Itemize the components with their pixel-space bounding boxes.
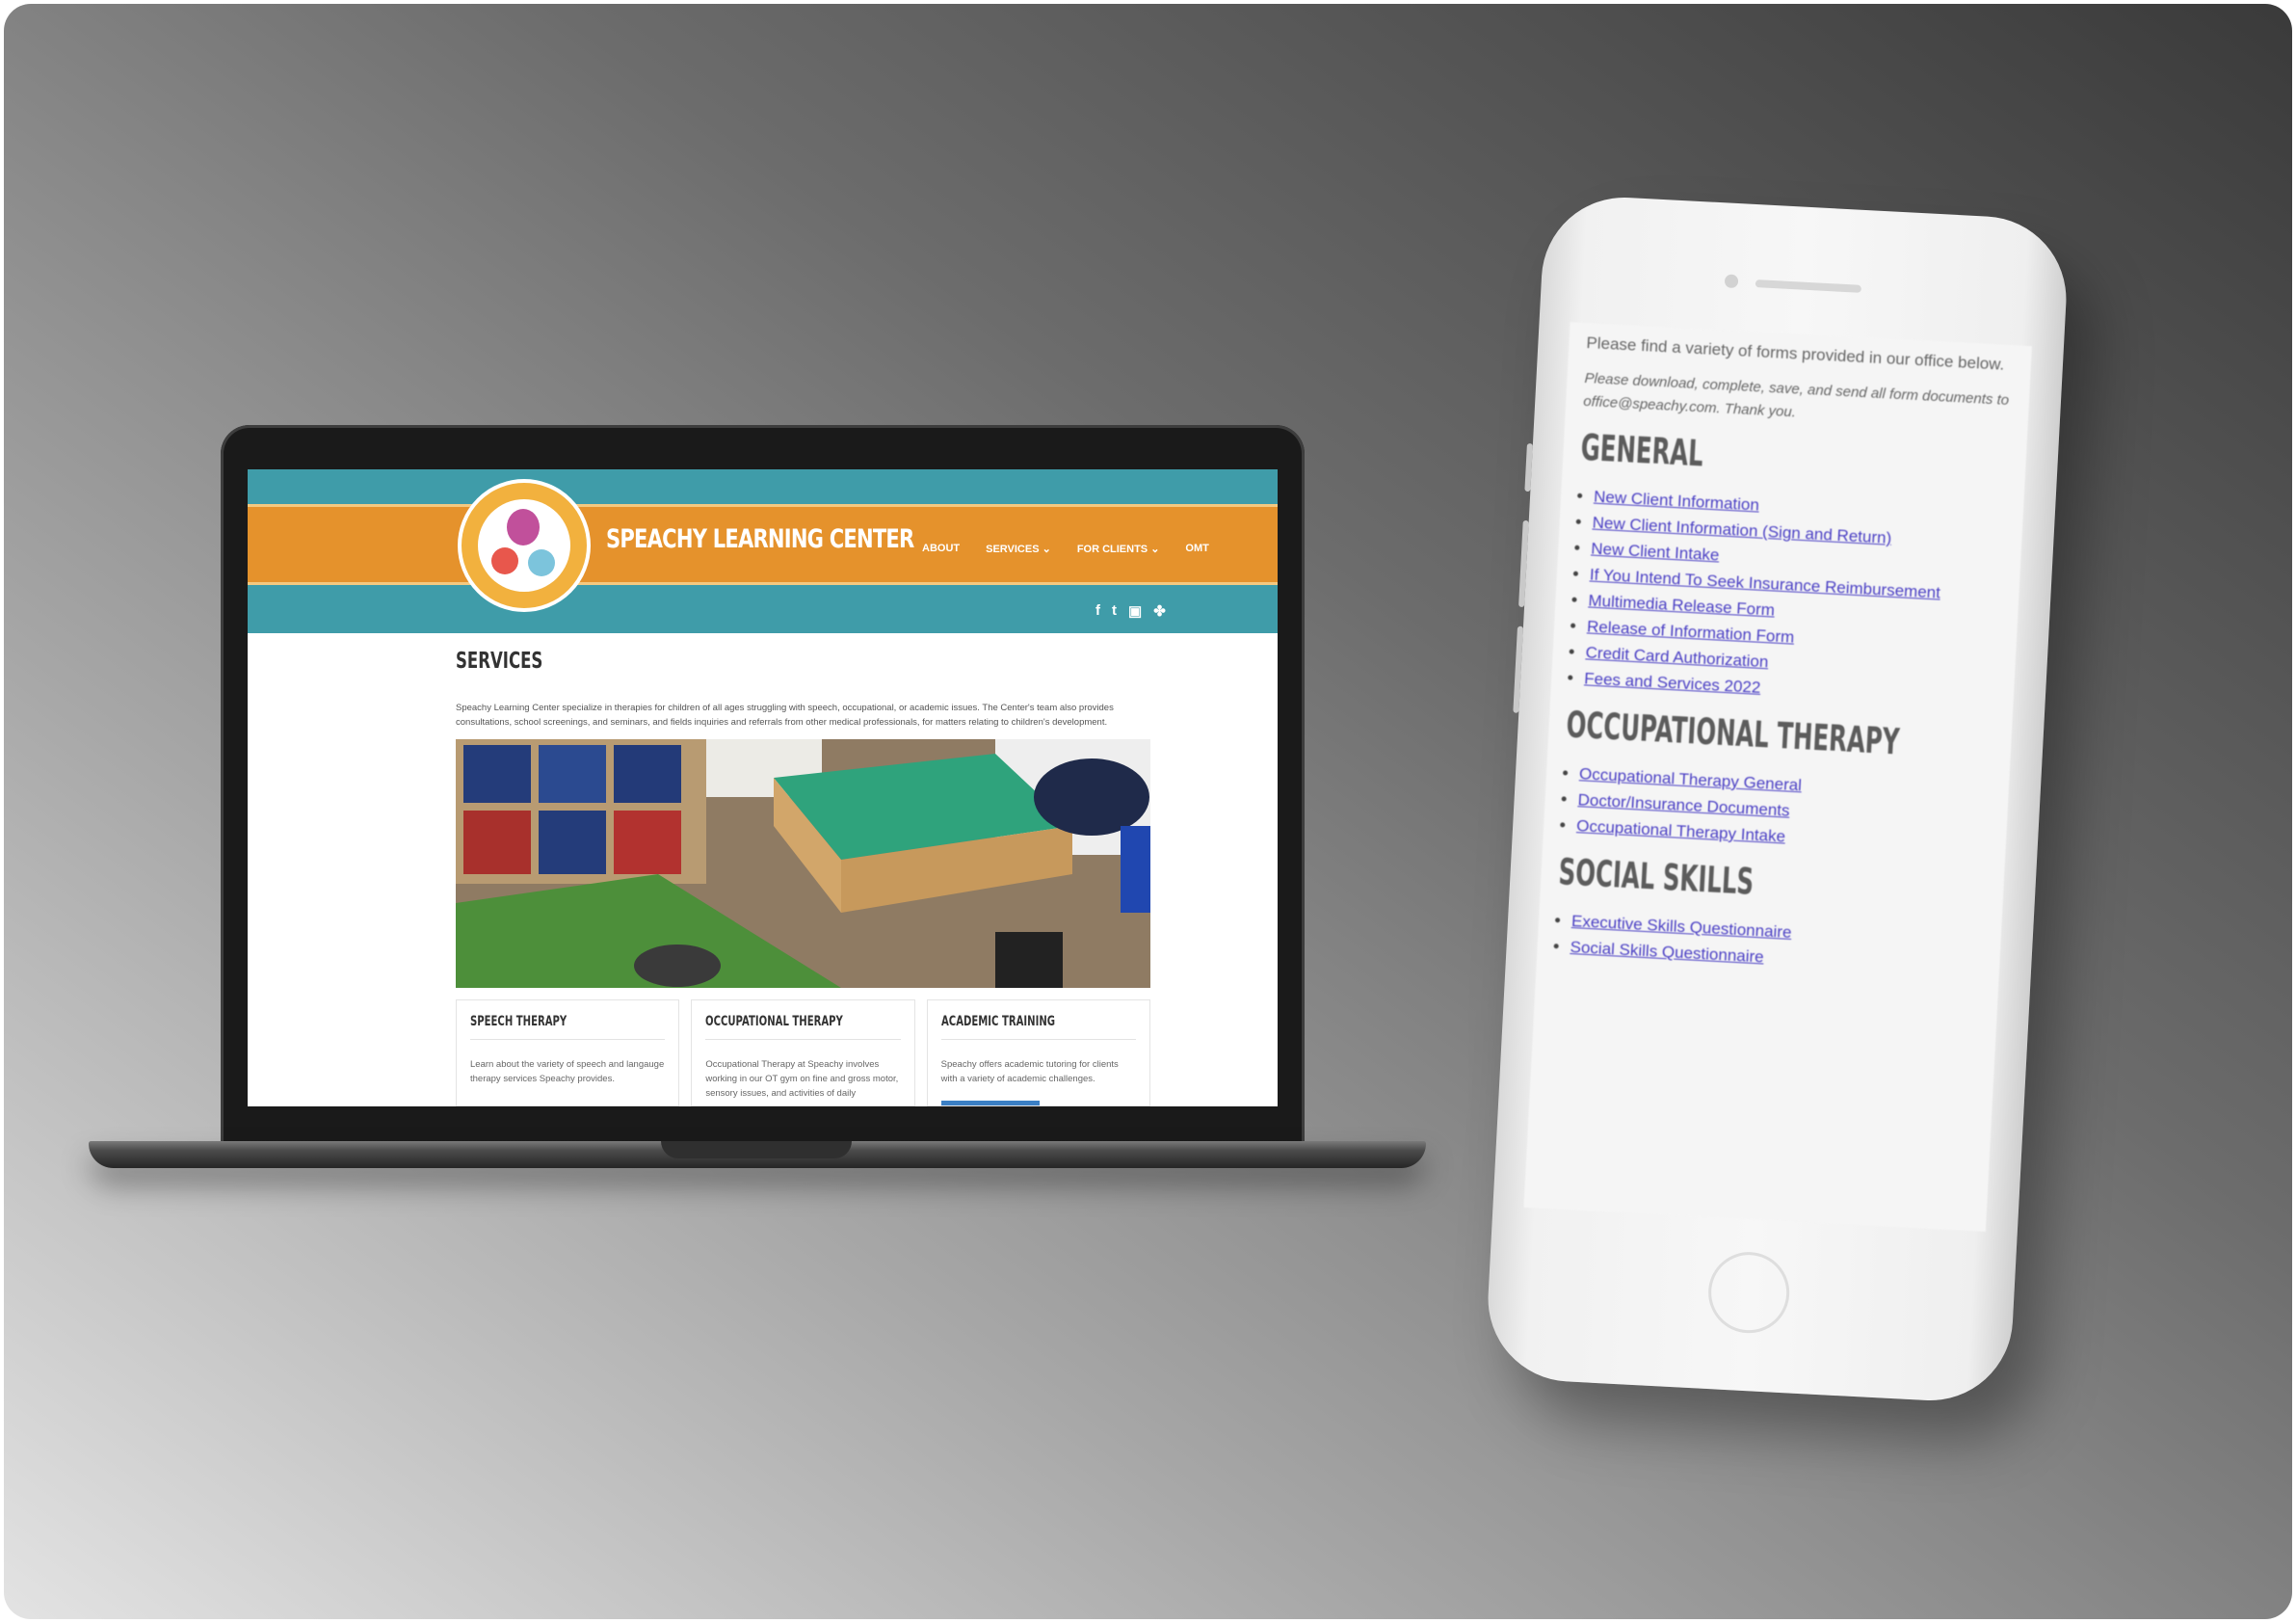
playroom-photo-image (456, 739, 1150, 988)
card-title: ACADEMIC TRAINING (940, 1014, 1055, 1029)
nav-services[interactable]: SERVICES ⌄ (986, 543, 1051, 555)
service-cards: SPEECH THERAPY Learn about the variety o… (456, 999, 1150, 1106)
nav-for-clients[interactable]: FOR CLIENTS ⌄ (1077, 543, 1160, 555)
forms-note: Please download, complete, save, and sen… (1582, 369, 2010, 421)
facebook-icon[interactable]: f (1095, 602, 1100, 620)
section-heading-general: GENERAL (1579, 426, 1704, 475)
playroom-photo (456, 739, 1150, 988)
divider (940, 1039, 1136, 1040)
social-skills-forms-list: Executive Skills Questionnaire Social Sk… (1537, 906, 2001, 982)
page-intro: Speachy Learning Center specialize in th… (456, 703, 1114, 728)
card-text: Learn about the variety of speech and la… (470, 1059, 665, 1084)
nav-omt[interactable]: OMT (1185, 543, 1208, 555)
ot-forms-list: Occupational Therapy General Doctor/Insu… (1544, 758, 2010, 861)
general-forms-list: New Client Information New Client Inform… (1551, 482, 2024, 714)
card-academic-training[interactable]: ACADEMIC TRAINING Speachy offers academi… (926, 999, 1150, 1106)
card-occupational-therapy[interactable]: OCCUPATIONAL THERAPY Occupational Therap… (691, 999, 915, 1106)
site-nav: ABOUT SERVICES ⌄ FOR CLIENTS ⌄ OMT (922, 543, 1209, 555)
nav-about[interactable]: ABOUT (922, 543, 960, 555)
page-title: SERVICES (456, 649, 543, 674)
mockup-background: SPEACHY LEARNING CENTER ABOUT SERVICES ⌄… (4, 4, 2292, 1619)
card-title: OCCUPATIONAL THERAPY (705, 1014, 844, 1029)
section-heading-occupational-therapy: OCCUPATIONAL THERAPY (1565, 704, 1901, 763)
form-link[interactable]: Fees and Services 2022 (1584, 669, 1761, 697)
social-links: f t ▣ ✤ (1095, 602, 1166, 620)
form-link[interactable]: New Client Intake (1591, 540, 1720, 565)
instagram-icon[interactable]: ▣ (1128, 602, 1142, 620)
site-top-band (248, 469, 1278, 504)
twitter-icon[interactable]: t (1112, 602, 1117, 620)
laptop-hinge-notch (661, 1141, 852, 1158)
card-text: Occupational Therapy at Speachy involves… (705, 1059, 899, 1099)
learn-more-button[interactable] (940, 1101, 1040, 1105)
logo-faces-icon (478, 499, 570, 592)
section-heading-social-skills: SOCIAL SKILLS (1557, 851, 1755, 903)
phone-screen: Please find a variety of forms provided … (1523, 322, 2032, 1232)
divider (705, 1039, 901, 1040)
phone-mockup: Please find a variety of forms provided … (1484, 193, 2071, 1405)
yelp-icon[interactable]: ✤ (1153, 602, 1166, 620)
card-title: SPEECH THERAPY (470, 1014, 567, 1029)
card-text: Speachy offers academic tutoring for cli… (940, 1059, 1119, 1084)
divider (470, 1039, 666, 1040)
card-speech-therapy[interactable]: SPEECH THERAPY Learn about the variety o… (456, 999, 680, 1106)
site-title[interactable]: SPEACHY LEARNING CENTER (606, 524, 914, 554)
form-link[interactable]: Social Skills Questionnaire (1570, 938, 1764, 967)
site-logo[interactable] (458, 479, 591, 612)
laptop-screen: SPEACHY LEARNING CENTER ABOUT SERVICES ⌄… (248, 469, 1278, 1106)
